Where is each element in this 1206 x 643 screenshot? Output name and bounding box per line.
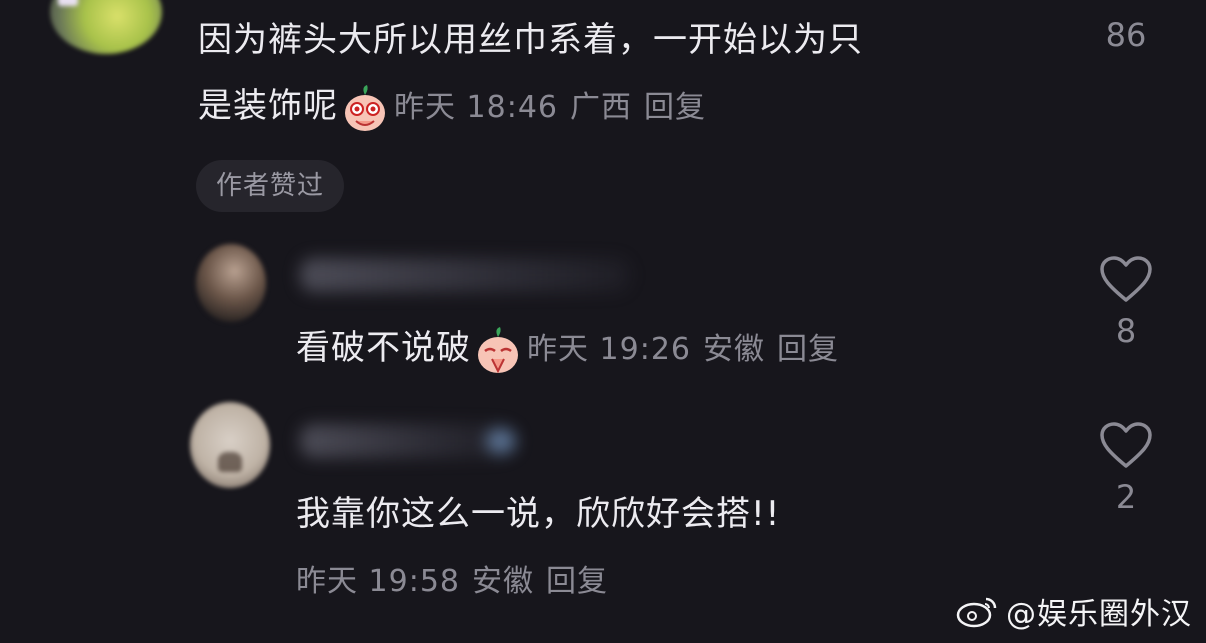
blurred-username <box>300 258 630 292</box>
comment-meta: 昨天 19:26 安徽 回复 <box>527 332 851 367</box>
comment-meta: 昨天 18:46 广西 回复 <box>394 90 718 125</box>
reply-button[interactable]: 回复 <box>777 332 839 367</box>
comment-text: 我靠你这么一说，欣欣好会搭!! <box>296 494 781 534</box>
comment-time: 昨天 19:26 <box>527 332 691 367</box>
like-count-column: 86 <box>1086 16 1166 54</box>
avatar[interactable] <box>50 0 162 54</box>
weibo-icon <box>956 597 997 628</box>
avatar[interactable] <box>196 244 266 322</box>
watermark: @娱乐圈外汉 <box>956 589 1192 633</box>
comment-time: 昨天 18:46 <box>394 90 558 125</box>
shy-peach-emoji-icon <box>342 83 388 133</box>
author-liked-badge: 作者赞过 <box>196 160 345 212</box>
comment-text: 因为裤头大所以用丝巾系着，一开始以为只 <box>198 20 863 60</box>
like-count: 86 <box>1105 16 1147 54</box>
comment-time: 昨天 19:58 <box>296 564 460 599</box>
like-count: 2 <box>1115 478 1137 516</box>
comment-location: 安徽 <box>472 564 534 599</box>
reply-button[interactable]: 回复 <box>644 90 706 125</box>
comment-text-line2: 是装饰呢 昨天 18:46 广西 回复 <box>198 82 718 133</box>
comment-text: 看破不说破 昨天 19:26 安徽 回复 <box>296 324 851 375</box>
watermark-text: @娱乐圈外汉 <box>1006 597 1192 632</box>
like-count: 8 <box>1115 312 1137 350</box>
heart-icon[interactable] <box>1099 422 1153 470</box>
blurred-username <box>300 424 516 458</box>
like-column: 2 <box>1086 422 1166 516</box>
reply-button[interactable]: 回复 <box>546 564 608 599</box>
like-column: 8 <box>1086 256 1166 350</box>
comment-location: 广西 <box>570 90 632 125</box>
heart-icon[interactable] <box>1099 256 1153 304</box>
comment-meta: 昨天 19:58 安徽 回复 <box>296 560 620 604</box>
comment-location: 安徽 <box>703 332 765 367</box>
avatar[interactable] <box>190 402 270 488</box>
comment-thread: 因为裤头大所以用丝巾系着，一开始以为只 是装饰呢 昨天 18:46 广西 回复 作者… <box>0 0 1206 643</box>
praying-peach-emoji-icon <box>475 325 521 375</box>
